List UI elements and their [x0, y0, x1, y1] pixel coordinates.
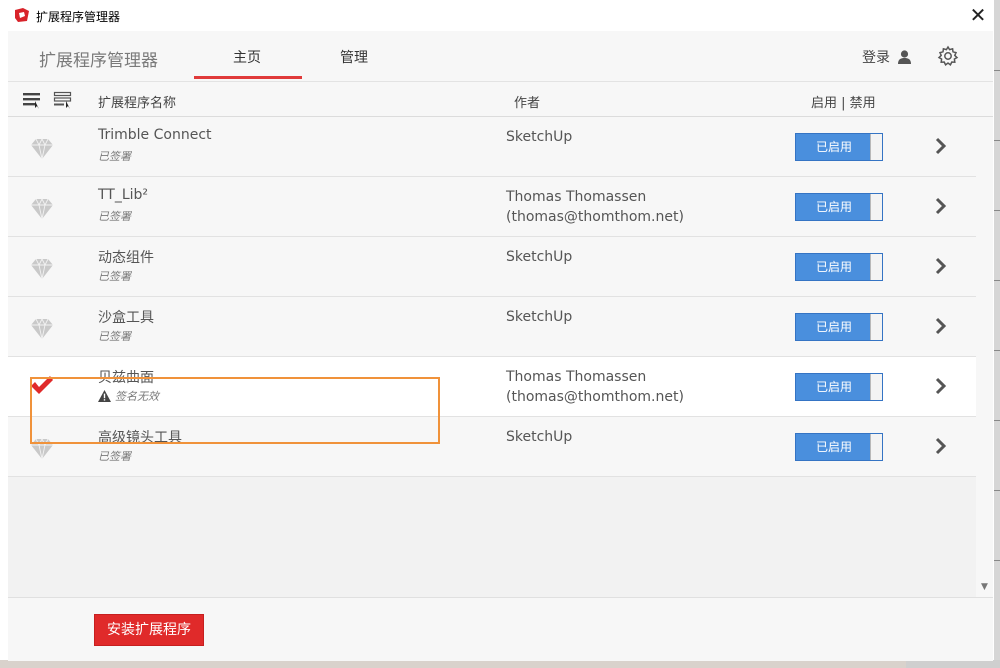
extension-row-sandbox-tools[interactable]: 沙盒工具 已签署 SketchUp 已启用 [8, 297, 976, 357]
extension-list: Trimble Connect 已签署 SketchUp 已启用 TT_Lib²… [8, 117, 976, 597]
tab-manage[interactable]: 管理 [340, 47, 368, 67]
tab-home[interactable]: 主页 [233, 47, 261, 67]
gem-icon [31, 138, 53, 160]
gem-icon [31, 198, 53, 220]
extension-author: Thomas Thomassen (thomas@thomthom.net) [506, 189, 684, 225]
gem-icon [31, 318, 53, 340]
column-header: 扩展程序名称 作者 启用 | 禁用 [8, 82, 993, 117]
extension-author: Thomas Thomassen (thomas@thomthom.net) [506, 369, 684, 405]
background-window-edge [994, 0, 1000, 668]
footer-bar: 安装扩展程序 [8, 597, 993, 661]
extension-author: SketchUp [506, 129, 573, 145]
extension-author: SketchUp [506, 249, 573, 265]
signature-status: 已签署 [98, 450, 131, 463]
enable-toggle[interactable]: 已启用 [795, 253, 883, 281]
active-tab-indicator [194, 76, 302, 79]
column-enable-header: 启用 | 禁用 [811, 96, 876, 111]
signature-status: 已签署 [98, 330, 131, 343]
sort-descending-icon[interactable] [22, 91, 42, 109]
close-button[interactable]: ✕ [962, 0, 994, 31]
extension-name: Trimble Connect [98, 127, 212, 143]
extension-author: SketchUp [506, 429, 573, 445]
header-title: 扩展程序管理器 [39, 51, 158, 71]
column-author-header: 作者 [514, 96, 541, 111]
selection-highlight-box [30, 377, 440, 444]
extension-name: 沙盒工具 [98, 310, 154, 326]
extension-manager-dialog: 扩展程序管理器 主页 管理 登录 扩展程序名称 作者 启用 | 禁用 Trimb… [8, 31, 993, 661]
window-title: 扩展程序管理器 [36, 10, 121, 24]
background-window-edge-bottom [0, 660, 1000, 668]
chevron-right-icon[interactable] [935, 137, 947, 155]
extension-row-dynamic-components[interactable]: 动态组件 已签署 SketchUp 已启用 [8, 237, 976, 297]
extension-author: SketchUp [506, 309, 573, 325]
enable-toggle[interactable]: 已启用 [795, 433, 883, 461]
install-extension-button[interactable]: 安装扩展程序 [94, 614, 204, 646]
enable-toggle[interactable]: 已启用 [795, 313, 883, 341]
extension-name: 动态组件 [98, 250, 154, 266]
extension-name: TT_Lib² [98, 187, 149, 203]
gear-icon[interactable] [937, 45, 959, 67]
user-icon [898, 50, 912, 64]
header-bar: 扩展程序管理器 主页 管理 登录 [8, 31, 993, 82]
signature-status: 已签署 [98, 270, 131, 283]
sketchup-app-icon [15, 8, 29, 22]
login-button[interactable]: 登录 [862, 47, 912, 67]
column-name-header: 扩展程序名称 [98, 96, 177, 111]
chevron-right-icon[interactable] [935, 377, 947, 395]
signature-status: 已签署 [98, 150, 131, 163]
chevron-right-icon[interactable] [935, 317, 947, 335]
window-titlebar: 扩展程序管理器 ✕ [0, 0, 994, 31]
sort-ascending-icon[interactable] [53, 91, 73, 109]
login-label: 登录 [862, 50, 890, 66]
signature-status: 已签署 [98, 210, 131, 223]
extension-row-tt-lib[interactable]: TT_Lib² 已签署 Thomas Thomassen (thomas@thom… [8, 177, 976, 237]
chevron-right-icon[interactable] [935, 437, 947, 455]
chevron-right-icon[interactable] [935, 197, 947, 215]
enable-toggle[interactable]: 已启用 [795, 193, 883, 221]
enable-toggle[interactable]: 已启用 [795, 133, 883, 161]
scroll-down-arrow[interactable]: ▼ [981, 582, 988, 592]
enable-toggle[interactable]: 已启用 [795, 373, 883, 401]
gem-icon [31, 258, 53, 280]
chevron-right-icon[interactable] [935, 257, 947, 275]
extension-row-trimble-connect[interactable]: Trimble Connect 已签署 SketchUp 已启用 [8, 117, 976, 177]
